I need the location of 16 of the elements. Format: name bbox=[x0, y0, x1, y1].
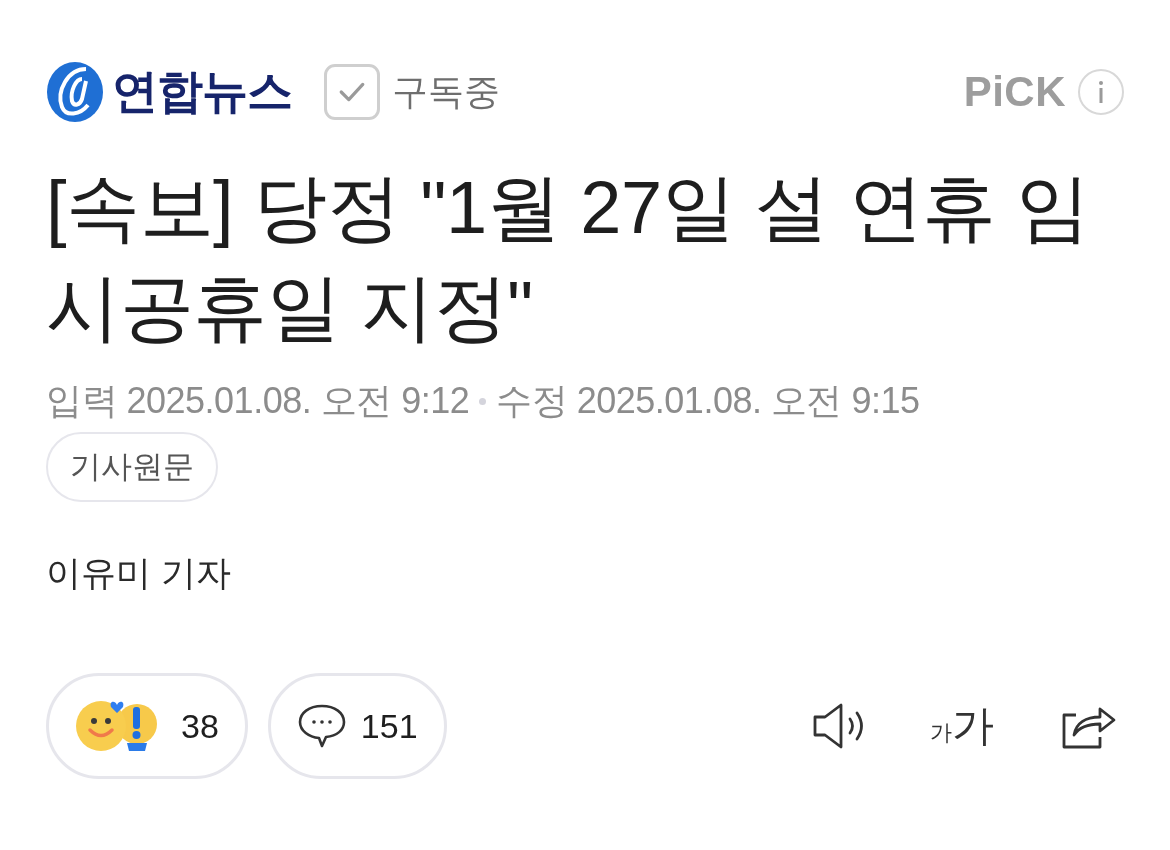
press-name: 연합뉴스 bbox=[112, 64, 292, 119]
timestamp-text: 수정 2025.01.08. 오전 9:15 bbox=[496, 378, 920, 423]
timestamp-text: 입력 2025.01.08. 오전 9:12 bbox=[46, 378, 470, 423]
speech-bubble-icon bbox=[296, 703, 347, 749]
reaction-button[interactable]: 38 bbox=[46, 673, 248, 779]
author-name: 이유미 기자 bbox=[46, 552, 231, 594]
pick-label: PiCK bbox=[963, 68, 1066, 116]
original-article-button[interactable]: 기사원문 bbox=[46, 432, 218, 502]
press-logo-icon bbox=[46, 61, 104, 123]
subscribe-toggle[interactable]: 구독중 bbox=[324, 64, 500, 120]
separator-dot-icon bbox=[479, 397, 487, 405]
article-title: [속보] 당정 "1월 27일 설 연휴 임시공휴일 지정" bbox=[46, 165, 1091, 351]
comment-button[interactable]: 151 bbox=[267, 673, 447, 779]
reaction-count: 38 bbox=[181, 706, 219, 746]
font-size-button[interactable]: 가가 bbox=[930, 698, 994, 754]
comment-count: 151 bbox=[360, 706, 418, 746]
